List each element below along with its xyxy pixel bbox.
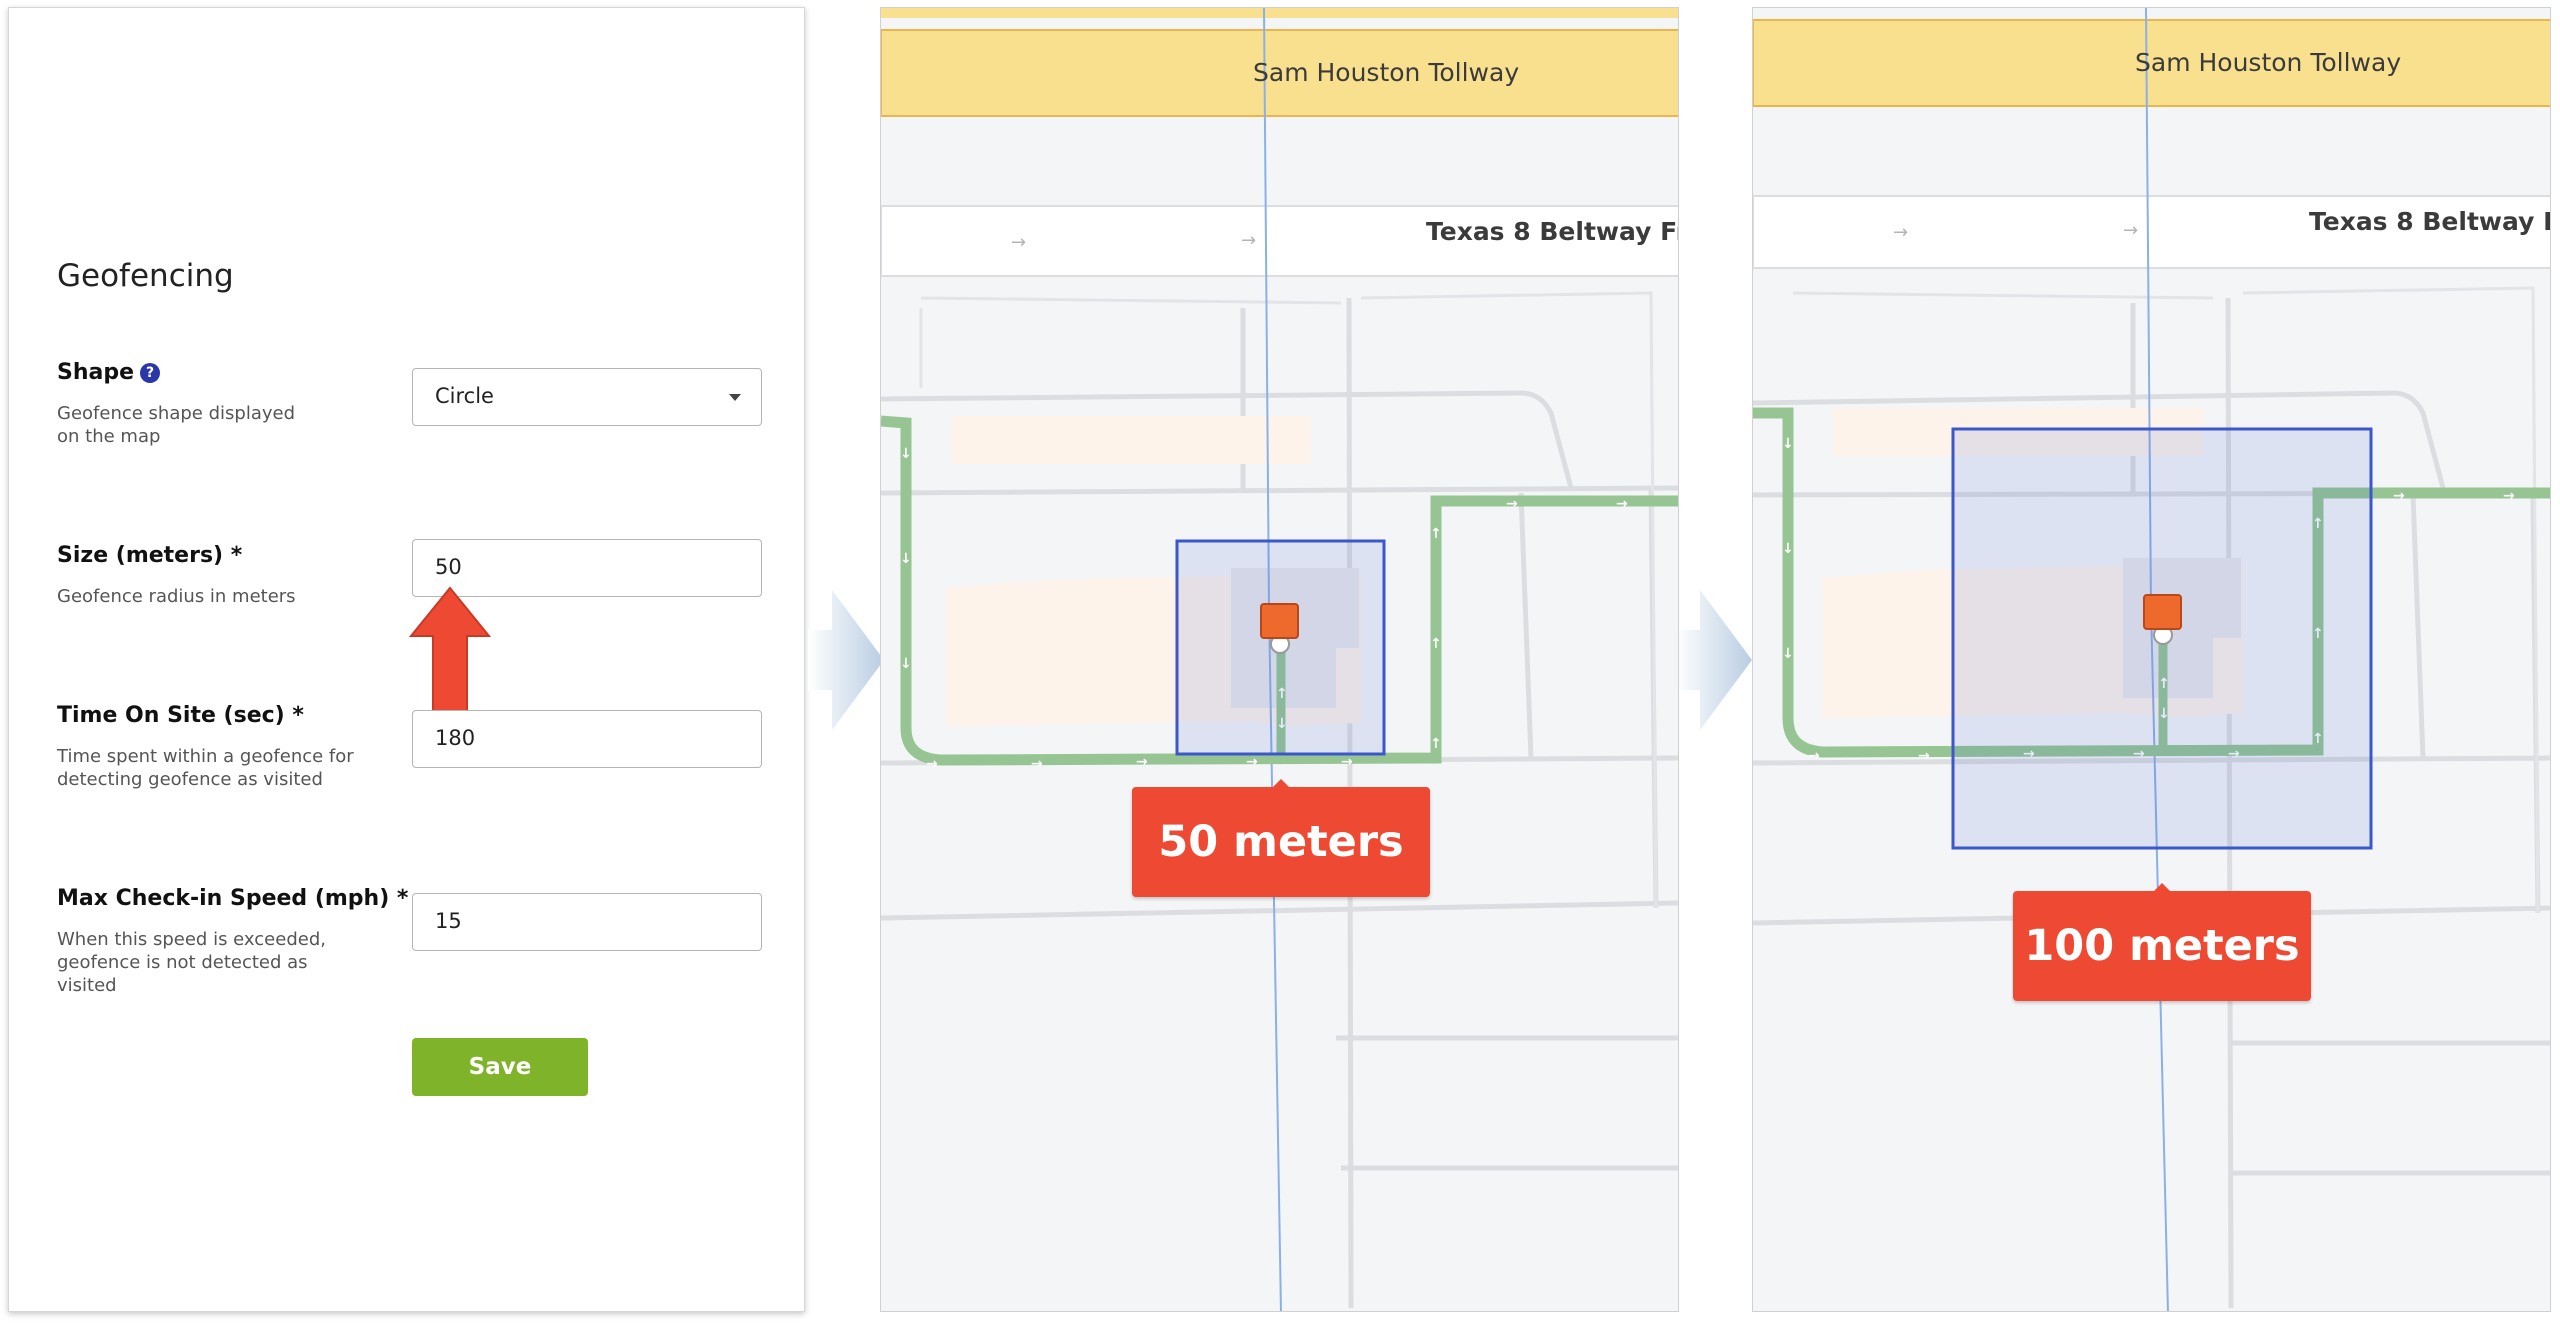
shape-select[interactable]: Circle (412, 368, 762, 426)
max-speed-input[interactable]: 15 (412, 893, 762, 951)
highway-label: Sam Houston Tollway (1253, 58, 1520, 87)
up-arrow-icon (409, 586, 491, 717)
time-on-site-label: Time On Site (sec) * (57, 703, 304, 728)
shape-description: Geofence shape displayed on the map (57, 403, 295, 447)
panel-title: Geofencing (57, 258, 234, 294)
frontage-road-label: Texas 8 Beltway Front (2309, 207, 2550, 236)
svg-text:↓: ↓ (1782, 541, 1794, 557)
svg-text:↓: ↓ (1782, 436, 1794, 452)
frontage-road-label: Texas 8 Beltway Fronta (1426, 217, 1678, 246)
svg-text:→: → (2503, 488, 2515, 504)
chevron-down-icon (729, 394, 741, 401)
geofencing-settings-panel: Geofencing Shape? Geofence shape display… (8, 7, 805, 1312)
highway-label: Sam Houston Tollway (2135, 48, 2402, 77)
svg-text:↓: ↓ (900, 551, 912, 567)
question-circle-icon[interactable]: ? (140, 363, 161, 383)
map-view-100m[interactable]: → → ↓ ↓ ↓ → → → → → ↑ ↑ ↑ → → ↑ ↓ Sam Houston Toll… (1752, 7, 2551, 1312)
flow-chevron-icon (1676, 590, 1752, 730)
max-speed-label: Max Check-in Speed (mph) * (57, 886, 409, 911)
svg-text:→: → (1011, 232, 1026, 253)
flow-chevron-icon (808, 590, 884, 730)
svg-text:↓: ↓ (1782, 646, 1794, 662)
svg-text:→: → (1918, 748, 1930, 764)
svg-text:↑: ↑ (1430, 526, 1442, 542)
save-button[interactable]: Save (412, 1038, 588, 1096)
svg-text:↓: ↓ (900, 446, 912, 462)
svg-text:→: → (1246, 754, 1258, 770)
time-on-site-description: Time spent within a geofence for detecti… (57, 746, 354, 790)
svg-text:→: → (1341, 754, 1353, 770)
svg-text:↑: ↑ (1430, 636, 1442, 652)
svg-text:→: → (1893, 222, 1908, 243)
svg-text:→: → (1506, 496, 1518, 512)
svg-text:↑: ↑ (1430, 736, 1442, 752)
size-description: Geofence radius in meters (57, 586, 296, 607)
map-view-50m[interactable]: → → ↓ ↓ ↓ → → → → → ↑ ↑ ↑ → → ↑ ↓ Sam Houston Toll… (880, 7, 1679, 1312)
max-speed-description: When this speed is exceeded, geofence is… (57, 929, 326, 996)
svg-text:→: → (1136, 754, 1148, 770)
svg-text:→: → (1616, 496, 1628, 512)
size-callout: 50 meters (1132, 779, 1430, 897)
svg-text:→: → (2123, 220, 2138, 241)
svg-text:→: → (2393, 488, 2405, 504)
time-on-site-input[interactable]: 180 (412, 710, 762, 768)
map-canvas: → → ↓↓↓ → → → → → ↑↑↑ → → ↑↓ (881, 8, 1678, 1311)
svg-text:→: → (926, 756, 938, 772)
size-callout: 100 meters (2013, 883, 2311, 1001)
svg-text:→: → (1808, 748, 1820, 764)
size-label: Size (meters) * (57, 543, 243, 568)
shape-select-value: Circle (435, 384, 494, 408)
shape-label-row: Shape? (57, 360, 161, 385)
shape-label: Shape (57, 360, 135, 385)
map-canvas: → → ↓↓↓ → → → → → ↑↑↑ → → ↑↓ (1753, 8, 2550, 1311)
svg-text:→: → (1241, 230, 1256, 251)
svg-text:↓: ↓ (900, 656, 912, 672)
svg-text:→: → (1031, 756, 1043, 772)
